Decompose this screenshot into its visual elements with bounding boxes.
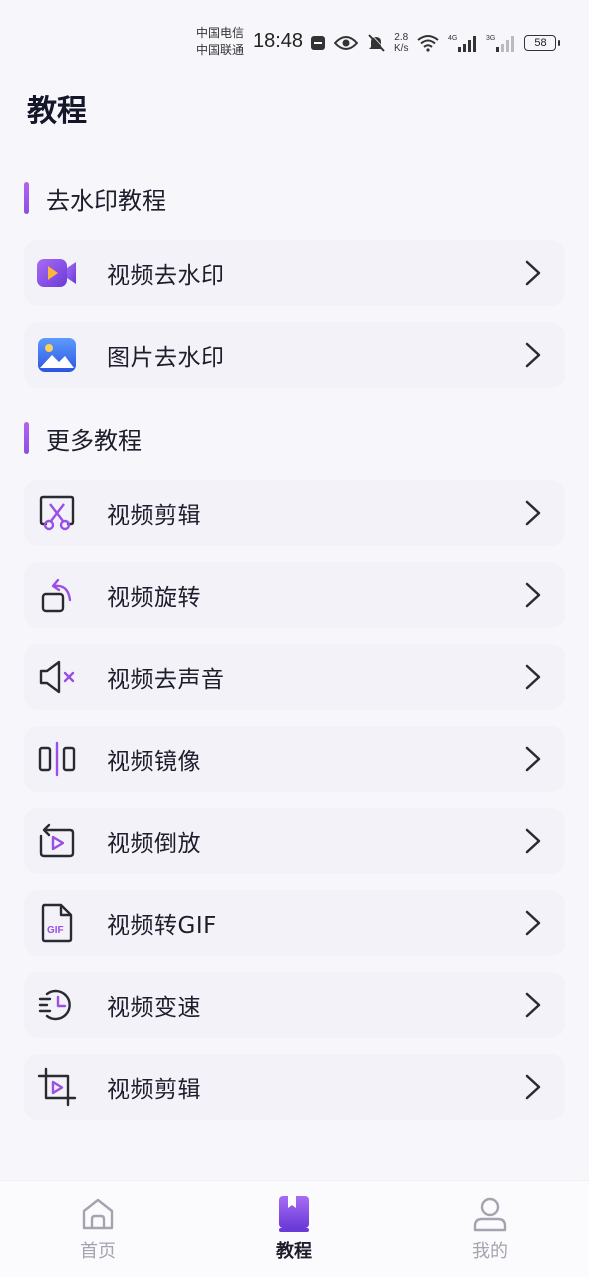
mirror-icon (36, 739, 78, 779)
signal-2-icon: 3G (486, 33, 516, 53)
row-label: 视频旋转 (107, 585, 201, 611)
chevron-right-icon (525, 500, 541, 526)
status-bar: 中国电信 中国联通 18:48 2.8 K/s 4G 3G 58 (0, 0, 589, 80)
section-accent-bar (24, 182, 29, 214)
gif-file-icon: GIF (36, 903, 78, 943)
svg-text:3G: 3G (486, 35, 495, 42)
row-label: 视频剪辑 (107, 1077, 201, 1103)
carrier-2: 中国联通 (196, 43, 245, 57)
chevron-right-icon (525, 664, 541, 690)
image-icon (36, 335, 78, 375)
nav-label: 首页 (80, 1241, 116, 1262)
section-accent-bar (24, 422, 29, 454)
section-title: 更多教程 (46, 426, 142, 455)
tutorial-row-video-rotate[interactable]: 视频旋转 (24, 562, 565, 628)
nav-label: 教程 (276, 1241, 312, 1262)
tutorial-row-video-watermark[interactable]: 视频去水印 (24, 240, 565, 306)
section-header-more: 更多教程 (24, 421, 142, 455)
chevron-right-icon (525, 910, 541, 936)
speed-clock-icon (36, 985, 78, 1025)
tutorial-row-video-speed[interactable]: 视频变速 (24, 972, 565, 1038)
chevron-right-icon (525, 992, 541, 1018)
chevron-right-icon (525, 582, 541, 608)
home-icon (79, 1195, 117, 1233)
carrier-names: 中国电信 中国联通 (196, 25, 244, 59)
chevron-right-icon (525, 828, 541, 854)
row-label: 视频倒放 (107, 831, 201, 857)
muted-bell-icon (366, 33, 386, 53)
net-speed: 2.8 K/s (394, 32, 409, 54)
carrier-1: 中国电信 (196, 26, 245, 40)
tutorial-row-video-edit[interactable]: 视频剪辑 (24, 480, 565, 546)
wifi-icon (416, 34, 440, 52)
page-title: 教程 (27, 94, 87, 129)
tutorial-row-video-mute[interactable]: 视频去声音 (24, 644, 565, 710)
battery-indicator: 58 (524, 35, 561, 51)
section-header-watermark: 去水印教程 (24, 181, 166, 215)
chevron-right-icon (525, 746, 541, 772)
row-label: 视频转GIF (107, 913, 217, 939)
crop-icon (36, 1067, 78, 1107)
rotate-icon (36, 575, 78, 615)
tutorial-row-image-watermark[interactable]: 图片去水印 (24, 322, 565, 388)
nav-label: 我的 (472, 1241, 508, 1262)
scissors-icon (36, 493, 78, 533)
status-icons: 2.8 K/s 4G 3G 58 (310, 28, 561, 58)
user-icon (471, 1195, 509, 1233)
book-icon (275, 1195, 313, 1233)
tutorial-row-video-gif[interactable]: GIF 视频转GIF (24, 890, 565, 956)
nav-tab-tutorial[interactable]: 教程 (234, 1195, 354, 1265)
row-label: 视频去声音 (107, 667, 225, 693)
signal-1-icon: 4G (448, 33, 478, 53)
nav-tab-home[interactable]: 首页 (38, 1195, 158, 1265)
eye-icon (334, 35, 358, 51)
section-title: 去水印教程 (46, 186, 166, 215)
tutorial-row-video-crop[interactable]: 视频剪辑 (24, 1054, 565, 1120)
row-label: 视频变速 (107, 995, 201, 1021)
chevron-right-icon (525, 260, 541, 286)
row-label: 视频镜像 (107, 749, 201, 775)
sim-card-icon (310, 35, 326, 51)
svg-text:4G: 4G (448, 35, 457, 42)
row-label: 图片去水印 (107, 345, 225, 371)
nav-tab-profile[interactable]: 我的 (430, 1195, 550, 1265)
tutorial-row-video-reverse[interactable]: 视频倒放 (24, 808, 565, 874)
video-camera-icon (36, 253, 78, 293)
reverse-play-icon (36, 821, 78, 861)
row-label: 视频去水印 (107, 263, 225, 289)
bottom-navigation: 首页 教程 我的 (0, 1180, 589, 1277)
svg-text:GIF: GIF (47, 925, 64, 936)
mute-icon (36, 657, 78, 697)
tutorial-row-video-mirror[interactable]: 视频镜像 (24, 726, 565, 792)
chevron-right-icon (525, 1074, 541, 1100)
row-label: 视频剪辑 (107, 503, 201, 529)
status-time: 18:48 (253, 30, 304, 52)
chevron-right-icon (525, 342, 541, 368)
